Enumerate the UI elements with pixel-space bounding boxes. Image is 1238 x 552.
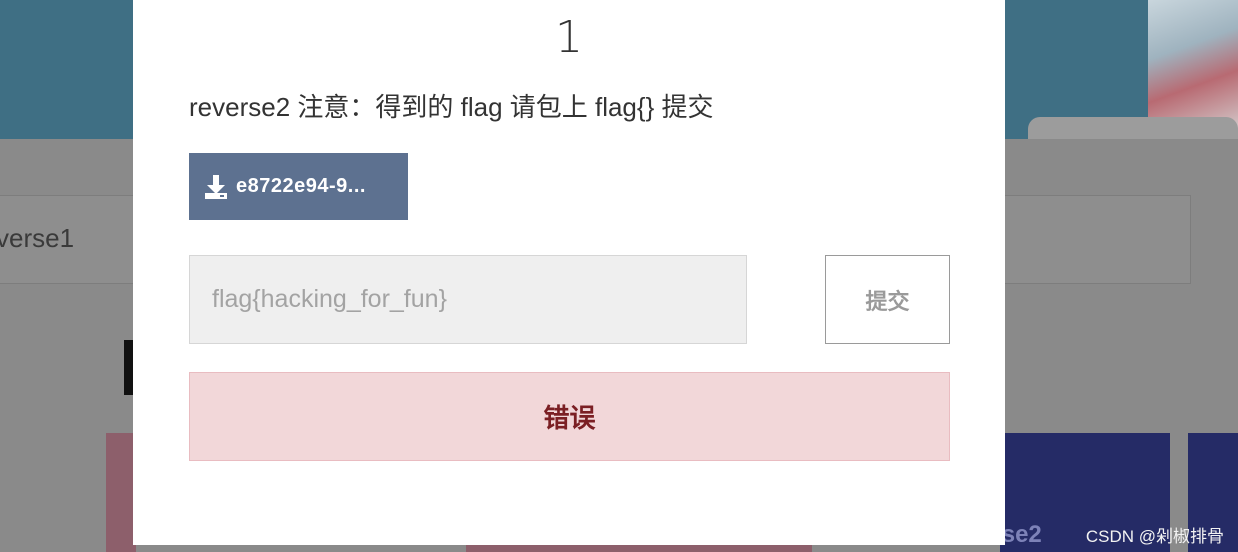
challenge-description: reverse2 注意：得到的 flag 请包上 flag{} 提交 xyxy=(189,92,714,122)
challenge-card-reverse1[interactable]: verse1 xyxy=(0,195,140,284)
challenge-tile[interactable] xyxy=(106,433,136,552)
download-file-button[interactable]: e8722e94-9... xyxy=(189,153,408,220)
submit-button[interactable]: 提交 xyxy=(825,255,950,344)
modal-title: 1 xyxy=(555,12,583,63)
challenge-card-label: verse1 xyxy=(0,223,75,253)
challenge-card-right[interactable] xyxy=(1000,195,1191,284)
challenge-modal: 1 reverse2 注意：得到的 flag 请包上 flag{} 提交 e87… xyxy=(133,0,1005,545)
download-icon xyxy=(205,174,227,199)
flag-input[interactable] xyxy=(189,255,747,344)
download-file-label: e8722e94-9... xyxy=(236,175,366,197)
watermark: CSDN @剁椒排骨 xyxy=(1085,527,1224,546)
error-alert: 错误 xyxy=(189,372,950,461)
header-illustration xyxy=(1028,0,1238,139)
